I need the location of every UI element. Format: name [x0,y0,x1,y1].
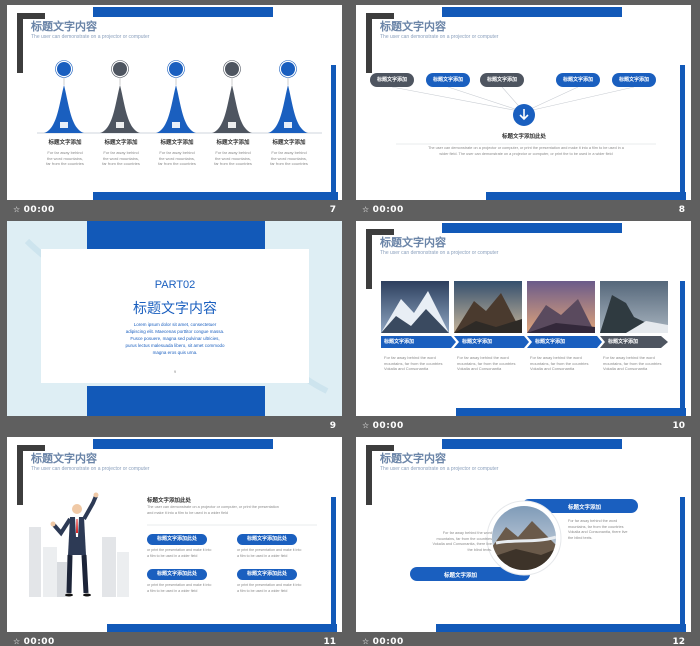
photo-4 [600,281,668,333]
slide-thumb-10[interactable]: 标题文字内容 The user can demonstrate on a pro… [356,221,691,437]
slide-footer: ☆ 00:00 12 [356,632,691,646]
pill-top-label: 标题文字添加 [568,505,602,511]
photo-strip [381,281,668,348]
slide-7: 标题文字内容 The user can demonstrate on a pro… [7,5,342,200]
peak-label-1: 标题文字添加 For far away behind the word mount… [46,140,84,166]
timer: ☆ 00:00 [13,637,55,646]
part-label: PART02 [154,279,196,291]
peak-5 [268,60,308,133]
topic-pill-5: 标题文字添加 [612,73,656,87]
feature-text-3: or print the presentation and make it in… [147,583,212,593]
star-icon: ☆ [362,421,370,430]
slide-thumb-12[interactable]: 标题文字内容 The user can demonstrate on a pro… [356,437,691,646]
slide-thumb-11[interactable]: 标题文字内容 The user can demonstrate on a pro… [7,437,342,646]
feature-text-4: or print the presentation and make it in… [237,583,302,593]
body-text: The user can demonstrate on a projector … [428,146,624,156]
peak-4 [212,60,252,133]
timer: ☆ 00:00 [13,205,55,215]
feature-pill-2: 标题文字添加此处 [237,534,297,545]
slide-number: 8 [678,205,685,215]
topic-pill-1: 标题文字添加 [370,73,414,87]
slide-footer: ☆ 00:00 11 [7,632,342,646]
text-left: For far away behind the word mountains, f… [432,531,492,552]
star-icon: ☆ [13,637,21,646]
slide-footer: 9 [7,416,342,437]
topic-pill-3: 标题文字添加 [480,73,524,87]
peak-label-4: 标题文字添加 For far away behind the word mount… [214,140,252,166]
photo-2 [454,281,522,333]
star-icon: ☆ [13,205,21,214]
page-dot: 9 [173,369,177,374]
peaks-diagram [37,60,322,134]
peak-3 [156,60,196,133]
timer: ☆ 00:00 [362,637,404,646]
topic-pill-4: 标题文字添加 [556,73,600,87]
pill-bottom-label: 标题文字添加 [444,573,478,579]
slide-number: 9 [329,421,336,431]
timer: ☆ 00:00 [362,421,404,431]
center-label: 标题文字添加此处 [501,134,546,140]
slide-number: 10 [672,421,685,431]
slide-11: 标题文字内容 The user can demonstrate on a pro… [7,437,342,632]
connector-lines [391,86,656,145]
step-label-3: 标题文字添加 [535,339,566,345]
step-text-3: For far away behind the word mountains, f… [530,355,589,371]
slide-thumb-9[interactable]: PART02 标题文字内容 Lorem ipsum dolor sit amet… [7,221,342,437]
slide-10: 标题文字内容 The user can demonstrate on a pro… [356,221,691,416]
heading: 标题文字添加此处 [147,498,192,504]
step-label-2: 标题文字添加 [462,339,493,345]
step-text-2: For far away behind the word mountains, f… [457,355,516,371]
star-icon: ☆ [362,637,370,646]
slide-number: 11 [323,637,336,646]
timer: ☆ 00:00 [362,205,404,215]
feature-pill-3: 标题文字添加此处 [147,569,207,580]
slide-number: 12 [672,637,685,646]
section-body: Lorem ipsum dolor sit amet, consectetuer… [125,322,225,355]
slide-footer: ☆ 00:00 8 [356,200,691,221]
step-text-4: For far away behind the word mountains, f… [603,355,662,371]
feature-text-2: or print the presentation and make it in… [237,548,302,558]
step-text-1: For far away behind the word mountains, f… [384,355,443,371]
peak-1 [44,60,84,133]
slide-footer: ☆ 00:00 7 [7,200,342,221]
heading-body: The user can demonstrate on a projector … [147,505,279,515]
peak-2 [100,60,140,133]
slide-thumb-8[interactable]: 标题文字内容 The user can demonstrate on a pro… [356,5,691,221]
peak-label-5: 标题文字添加 For far away behind the word mount… [270,140,308,166]
photo-1 [381,281,449,333]
step-label-4: 标题文字添加 [608,339,639,345]
star-icon: ☆ [362,205,370,214]
slide-footer: ☆ 00:00 10 [356,416,691,437]
section-title: 标题文字内容 [133,300,217,316]
feature-text-1: or print the presentation and make it in… [147,548,212,558]
photo-3 [527,281,595,333]
peak-label-2: 标题文字添加 For far away behind the word mount… [102,140,140,166]
slide-12: 标题文字内容 The user can demonstrate on a pro… [356,437,691,632]
feature-pill-4: 标题文字添加此处 [237,569,297,580]
topic-pill-2: 标题文字添加 [426,73,470,87]
slide-number: 7 [329,205,336,215]
slide-8: 标题文字内容 The user can demonstrate on a pro… [356,5,691,200]
feature-pill-1: 标题文字添加此处 [147,534,207,545]
text-right: For far away behind the word mountains, f… [568,519,628,540]
slide-9: PART02 标题文字内容 Lorem ipsum dolor sit amet… [7,221,342,416]
slide-thumb-7[interactable]: 标题文字内容 The user can demonstrate on a pro… [7,5,342,221]
peak-label-3: 标题文字添加 For far away behind the word mount… [158,140,196,166]
step-label-1: 标题文字添加 [384,339,415,345]
